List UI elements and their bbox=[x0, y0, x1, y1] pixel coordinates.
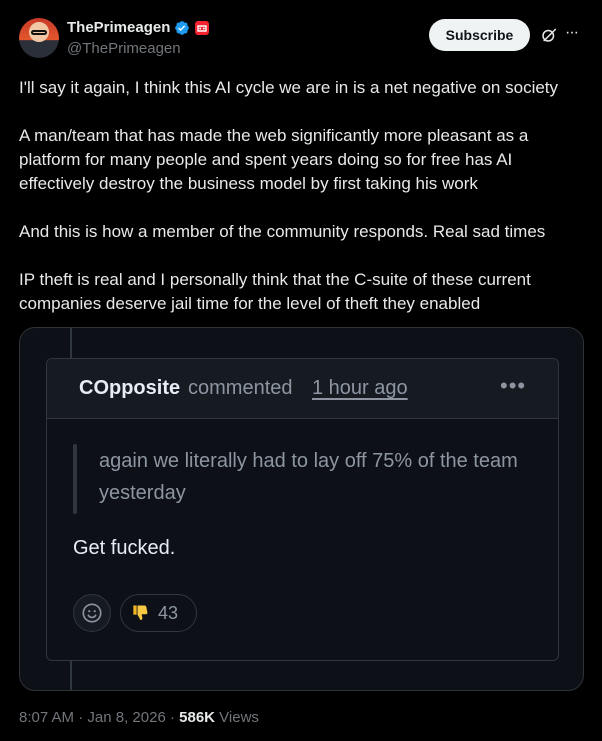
grok-icon[interactable] bbox=[540, 26, 558, 44]
avatar-glasses bbox=[31, 30, 47, 35]
affiliate-badge-icon bbox=[195, 20, 210, 35]
more-icon[interactable]: ··· bbox=[565, 25, 583, 44]
views-count: 586K bbox=[179, 709, 215, 726]
comment-body: Get fucked. bbox=[73, 537, 176, 559]
avatar[interactable] bbox=[19, 18, 59, 58]
quoted-text: again we literally had to lay off 75% of… bbox=[99, 450, 518, 504]
verified-badge-icon bbox=[175, 20, 190, 35]
author-name[interactable]: ThePrimeagen bbox=[67, 19, 170, 36]
post-date[interactable]: Jan 8, 2026 bbox=[87, 709, 165, 726]
tweet-paragraph: IP theft is real and I personally think … bbox=[19, 270, 531, 313]
quote-bar bbox=[73, 444, 77, 514]
embedded-screenshot[interactable]: COpposite commented 1 hour ago ••• again… bbox=[19, 327, 584, 691]
smiley-icon bbox=[73, 594, 111, 632]
tweet-paragraph: I'll say it again, I think this AI cycle… bbox=[19, 78, 559, 97]
kebab-menu-icon: ••• bbox=[500, 373, 527, 398]
thumbs-down-icon bbox=[133, 605, 148, 621]
views-label: Views bbox=[219, 709, 259, 726]
post-time[interactable]: 8:07 AM bbox=[19, 709, 74, 726]
tweet-meta: 8:07 AM · Jan 8, 2026 · 586K Views bbox=[19, 709, 259, 726]
comment-header: COpposite commented 1 hour ago ••• bbox=[47, 359, 558, 419]
tweet-paragraph: A man/team that has made the web signifi… bbox=[19, 126, 529, 193]
author-handle[interactable]: @ThePrimeagen bbox=[67, 40, 181, 57]
tweet-paragraph: And this is how a member of the communit… bbox=[19, 222, 546, 241]
author-name-row: ThePrimeagen bbox=[67, 19, 210, 36]
comment-author: COpposite bbox=[79, 377, 181, 399]
reaction-count: 43 bbox=[158, 602, 179, 623]
github-comment: COpposite commented 1 hour ago ••• again… bbox=[46, 358, 559, 661]
smiley-icon-glyph bbox=[82, 603, 102, 623]
subscribe-button[interactable]: Subscribe bbox=[429, 19, 530, 51]
tweet-header: ThePrimeagen @ThePrimeagen Subscribe ··· bbox=[0, 0, 602, 70]
comment-action: commented bbox=[188, 377, 293, 399]
tweet-text: I'll say it again, I think this AI cycle… bbox=[19, 76, 584, 316]
reaction-pill: 43 bbox=[120, 594, 197, 632]
comment-timestamp: 1 hour ago bbox=[312, 377, 408, 399]
